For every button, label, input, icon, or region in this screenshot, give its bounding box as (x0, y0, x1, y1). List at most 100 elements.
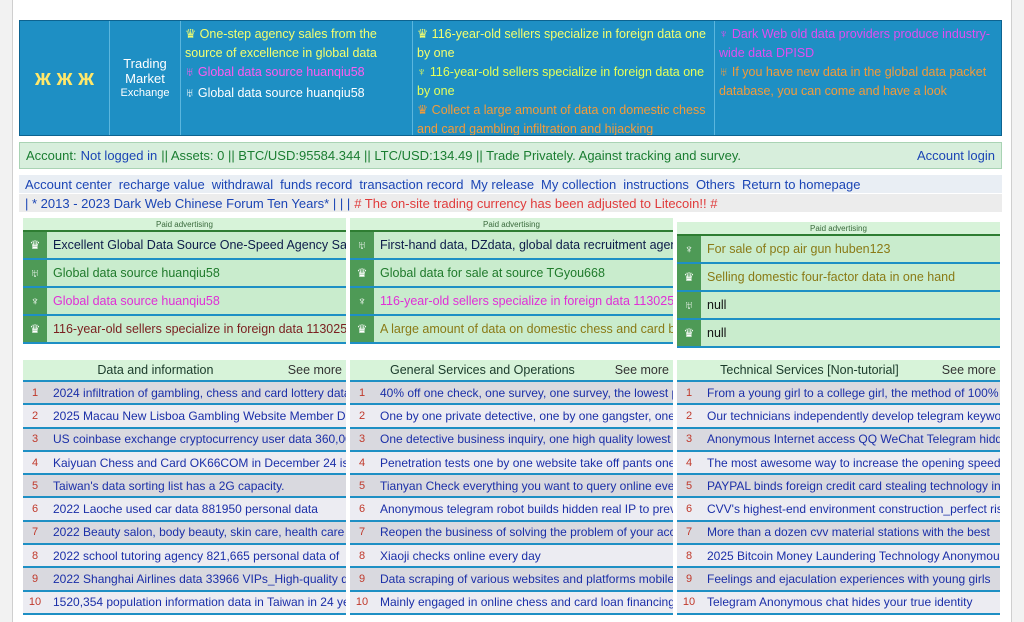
list-item[interactable]: 5 Tianyan Check everything you want to qu… (350, 475, 673, 499)
ad-row[interactable]: ♛ null (677, 320, 1000, 348)
list-item-link[interactable]: 2024 infiltration of gambling, chess and… (47, 386, 346, 400)
list-item-link[interactable]: 2022 Laoche used car data 881950 persona… (47, 502, 346, 516)
list-item-link[interactable]: Data scraping of various websites and pl… (374, 572, 673, 586)
list-item-link[interactable]: The most awesome way to increase the ope… (701, 456, 1000, 470)
list-item[interactable]: 7 2022 Beauty salon, body beauty, skin ca… (23, 521, 346, 546)
list-item-link[interactable]: 40% off one check, one survey, one surve… (374, 386, 673, 400)
ad-row[interactable]: ♅ null (677, 292, 1000, 320)
list-item[interactable]: 9 2022 Shanghai Airlines data 33966 VIPs_… (23, 568, 346, 592)
not-logged-in-link[interactable]: Not logged in (81, 148, 158, 163)
list-item-link[interactable]: Our technicians independently develop te… (701, 409, 1000, 423)
header-link[interactable]: ♆ Dark Web old data providers produce in… (719, 25, 997, 63)
ad-row[interactable]: ♛ Excellent Global Data Source One-Speed … (23, 232, 346, 260)
list-item[interactable]: 8 Xiaoji checks online every day (350, 545, 673, 569)
list-item-link[interactable]: 1520,354 population information data in … (47, 595, 346, 609)
see-more-link[interactable]: See more (288, 363, 346, 377)
header-link[interactable]: ♅ If you have new data in the global dat… (719, 63, 997, 101)
list-item[interactable]: 3 One detective business inquiry, one hig… (350, 428, 673, 452)
ad-row[interactable]: ♆ 116-year-old sellers specialize in fore… (350, 288, 673, 316)
header-column-2: ♛ 116-year-old sellers specialize in for… (413, 21, 715, 135)
trident-icon: ♅ (677, 292, 701, 318)
list-item-link[interactable]: Penetration tests one by one website tak… (374, 456, 673, 470)
ad-row[interactable]: ♛ Selling domestic four-factor data in on… (677, 264, 1000, 292)
header-link[interactable]: ♅ Global data source huanqiu58 (185, 63, 408, 82)
list-item[interactable]: 5 PAYPAL binds foreign credit card steali… (677, 475, 1000, 499)
list-item-link[interactable]: CVV's highest-end environment constructi… (701, 502, 1000, 516)
nav-recharge-value[interactable]: recharge value (119, 177, 205, 192)
ad-panel-1: Paid advertising ♛ Excellent Global Data … (23, 218, 346, 344)
list-item-link[interactable]: Mainly engaged in online chess and card … (374, 595, 673, 609)
ad-row[interactable]: ♆ For sale of pcp air gun huben123 (677, 236, 1000, 264)
list-item[interactable]: 9 Feelings and ejaculation experiences wi… (677, 568, 1000, 592)
list-item-link[interactable]: More than a dozen cvv material stations … (701, 525, 1000, 539)
list-item[interactable]: 1 2024 infiltration of gambling, chess an… (23, 382, 346, 406)
list-item[interactable]: 3 US coinbase exchange cryptocurrency use… (23, 428, 346, 452)
ad-row[interactable]: ♆ Global data source huanqiu58 (23, 288, 346, 316)
list-item-link[interactable]: 2022 school tutoring agency 821,665 pers… (47, 549, 346, 563)
list-item[interactable]: 4 Kaiyuan Chess and Card OK66COM in Decem… (23, 451, 346, 476)
list-item-link[interactable]: 2022 Beauty salon, body beauty, skin car… (47, 525, 346, 539)
list-item-link[interactable]: Kaiyuan Chess and Card OK66COM in Decemb… (47, 456, 346, 470)
list-item[interactable]: 6 CVV's highest-end environment construct… (677, 498, 1000, 522)
list-item[interactable]: 3 Anonymous Internet access QQ WeChat Tel… (677, 428, 1000, 452)
list-item-link[interactable]: Anonymous telegram robot builds hidden r… (374, 502, 673, 516)
list-item-link[interactable]: 2022 Shanghai Airlines data 33966 VIPs_H… (47, 572, 346, 586)
list-item[interactable]: 4 Penetration tests one by one website ta… (350, 451, 673, 476)
nav-account-center[interactable]: Account center (25, 177, 112, 192)
list-item[interactable]: 2 One by one private detective, one by on… (350, 405, 673, 429)
nav-instructions[interactable]: instructions (623, 177, 689, 192)
ad-row[interactable]: ♛ 116-year-old sellers specialize in fore… (23, 316, 346, 344)
see-more-link[interactable]: See more (615, 363, 673, 377)
nav-withdrawal[interactable]: withdrawal (212, 177, 273, 192)
nav-return-homepage[interactable]: Return to homepage (742, 177, 861, 192)
header-link[interactable]: ♅ Global data source huanqiu58 (185, 84, 408, 103)
crown-icon: ♛ (350, 260, 374, 286)
list-item[interactable]: 9 Data scraping of various websites and p… (350, 568, 673, 592)
list-item[interactable]: 1 From a young girl to a college girl, th… (677, 382, 1000, 406)
nav-transaction-record[interactable]: transaction record (359, 177, 463, 192)
list-item-link[interactable]: PAYPAL binds foreign credit card stealin… (701, 479, 1000, 493)
list-item-link[interactable]: Tianyan Check everything you want to que… (374, 479, 673, 493)
list-item[interactable]: 6 Anonymous telegram robot builds hidden … (350, 498, 673, 522)
list-item[interactable]: 2 Our technicians independently develop t… (677, 405, 1000, 429)
ad-row[interactable]: ♛ A large amount of data on domestic ches… (350, 316, 673, 344)
list-item-link[interactable]: Xiaoji checks online every day (374, 549, 673, 563)
nav-others[interactable]: Others (696, 177, 735, 192)
account-login-link[interactable]: Account login (917, 148, 995, 163)
list-item[interactable]: 5 Taiwan's data sorting list has a 2G cap… (23, 475, 346, 499)
list-item-link[interactable]: Anonymous Internet access QQ WeChat Tele… (701, 432, 1000, 446)
list-item-link[interactable]: Reopen the business of solving the probl… (374, 525, 673, 539)
list-item-link[interactable]: Telegram Anonymous chat hides your true … (701, 595, 1000, 609)
header-link[interactable]: ♆ 116-year-old sellers specialize in for… (417, 63, 710, 101)
list-item-link[interactable]: Taiwan's data sorting list has a 2G capa… (47, 479, 346, 493)
nav-funds-record[interactable]: funds record (280, 177, 352, 192)
list-item[interactable]: 8 2025 Bitcoin Money Laundering Technolog… (677, 545, 1000, 569)
list-item[interactable]: 10 Telegram Anonymous chat hides your tru… (677, 591, 1000, 615)
list-item-link[interactable]: US coinbase exchange cryptocurrency user… (47, 432, 346, 446)
ad-row[interactable]: ♅ Global data source huanqiu58 (23, 260, 346, 288)
list-item[interactable]: 7 Reopen the business of solving the prob… (350, 521, 673, 546)
see-more-link[interactable]: See more (942, 363, 1000, 377)
list-item-link[interactable]: From a young girl to a college girl, the… (701, 386, 1000, 400)
list-item[interactable]: 7 More than a dozen cvv material stations… (677, 521, 1000, 546)
list-item[interactable]: 1 40% off one check, one survey, one surv… (350, 382, 673, 406)
nav-my-collection[interactable]: My collection (541, 177, 616, 192)
list-item-link[interactable]: One detective business inquiry, one high… (374, 432, 673, 446)
header-link[interactable]: ♛ Collect a large amount of data on dome… (417, 101, 710, 135)
list-item-link[interactable]: 2025 Macau New Lisboa Gambling Website M… (47, 409, 346, 423)
list-item-link[interactable]: One by one private detective, one by one… (374, 409, 673, 423)
list-item-link[interactable]: Feelings and ejaculation experiences wit… (701, 572, 1000, 586)
header-link[interactable]: ♛ 116-year-old sellers specialize in for… (417, 25, 710, 63)
header-link[interactable]: ♛ One-step agency sales from the source … (185, 25, 408, 63)
ad-row[interactable]: ♛ Global data for sale at source TGyou668 (350, 260, 673, 288)
site-logo[interactable]: ж ж ж (20, 21, 110, 135)
ad-row[interactable]: ♅ First-hand data, DZdata, global data re… (350, 232, 673, 260)
list-item[interactable]: 2 2025 Macau New Lisboa Gambling Website … (23, 405, 346, 429)
list-item[interactable]: 10 1520,354 population information data i… (23, 591, 346, 615)
list-item[interactable]: 8 2022 school tutoring agency 821,665 per… (23, 545, 346, 569)
list-item-link[interactable]: 2025 Bitcoin Money Laundering Technology… (701, 549, 1000, 563)
list-item[interactable]: 10 Mainly engaged in online chess and car… (350, 591, 673, 615)
nav-my-release[interactable]: My release (470, 177, 534, 192)
list-item[interactable]: 4 The most awesome way to increase the op… (677, 451, 1000, 476)
list-item[interactable]: 6 2022 Laoche used car data 881950 person… (23, 498, 346, 522)
